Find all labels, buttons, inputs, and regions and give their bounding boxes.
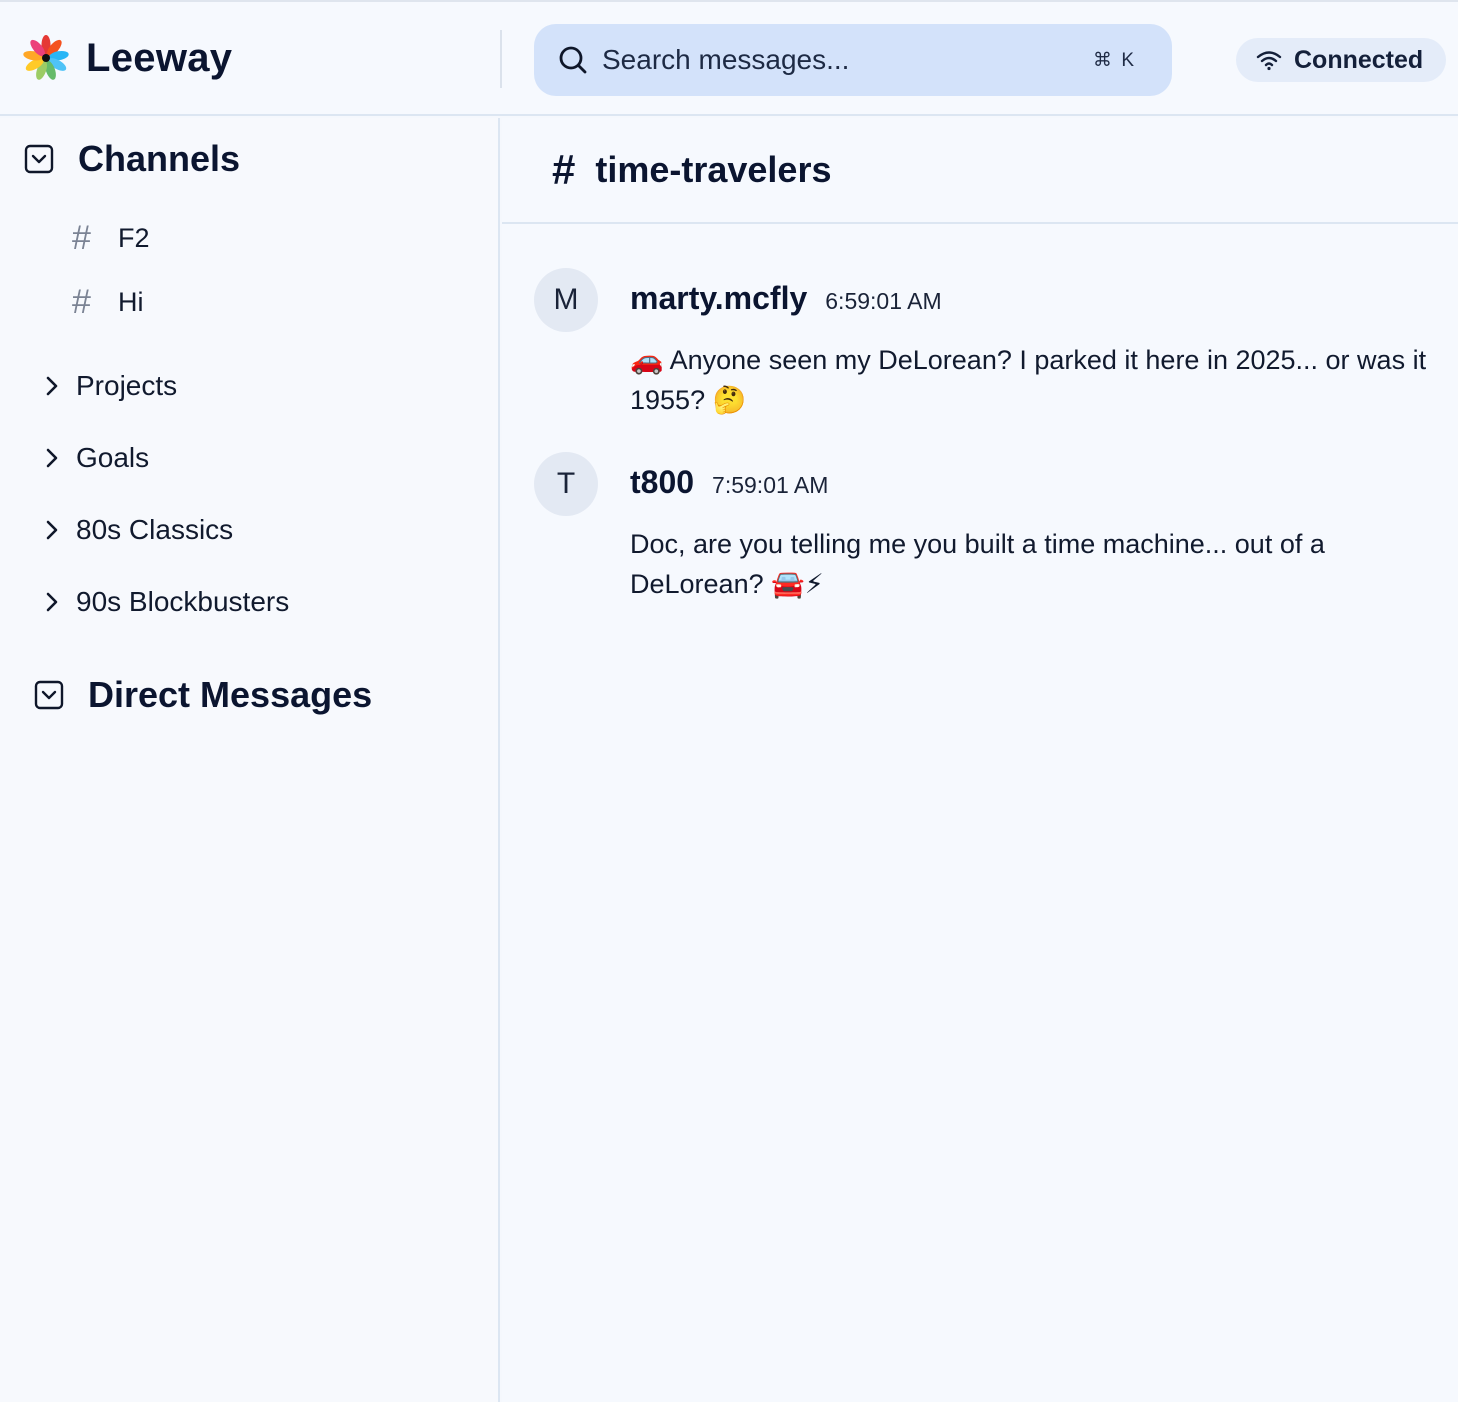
app-name: Leeway bbox=[86, 35, 233, 80]
flower-logo-icon bbox=[23, 35, 69, 80]
brand[interactable]: Leeway bbox=[20, 32, 232, 84]
hash-icon: # bbox=[72, 218, 91, 257]
channel-name: F2 bbox=[118, 222, 150, 253]
chevron-right-icon bbox=[46, 376, 58, 396]
message-timestamp: 6:59:01 AM bbox=[825, 288, 942, 314]
direct-messages-section-title: Direct Messages bbox=[88, 674, 373, 715]
hash-icon: # bbox=[72, 282, 91, 321]
sidebar-group-80s-classics[interactable]: 80s Classics bbox=[42, 508, 233, 552]
message-header: marty.mcfly 6:59:01 AM bbox=[630, 280, 942, 317]
connection-status-badge: Connected bbox=[1236, 38, 1446, 82]
channel-name: Hi bbox=[118, 286, 144, 317]
message-author[interactable]: marty.mcfly bbox=[630, 280, 807, 317]
hash-icon: # bbox=[552, 146, 576, 193]
sidebar-group-projects[interactable]: Projects bbox=[42, 364, 177, 408]
collapse-square-icon[interactable] bbox=[24, 144, 54, 174]
sidebar-group-90s-blockbusters[interactable]: 90s Blockbusters bbox=[42, 580, 289, 624]
message-text: 🚗 Anyone seen my DeLorean? I parked it h… bbox=[630, 345, 1427, 415]
chevron-right-icon bbox=[46, 448, 58, 468]
main-panel: # time-travelers M marty.mcfly 6:59:01 A… bbox=[502, 118, 1458, 1402]
message-header: t800 7:59:01 AM bbox=[630, 464, 828, 501]
connection-status-label: Connected bbox=[1294, 45, 1424, 74]
avatar[interactable]: M bbox=[534, 268, 598, 332]
search-input[interactable] bbox=[602, 44, 1094, 76]
sidebar-group-goals[interactable]: Goals bbox=[42, 436, 149, 480]
channel-title: time-travelers bbox=[595, 149, 832, 190]
group-name: 90s Blockbusters bbox=[76, 586, 290, 617]
direct-messages-section-header[interactable]: Direct Messages bbox=[34, 674, 372, 716]
channels-section-title: Channels bbox=[78, 138, 241, 179]
app-root: Leeway ⌘ K Connected bbox=[0, 0, 1458, 1402]
group-name: 80s Classics bbox=[76, 514, 234, 545]
message-author[interactable]: t800 bbox=[630, 464, 694, 501]
message-timestamp: 7:59:01 AM bbox=[712, 472, 829, 498]
header-divider bbox=[500, 30, 502, 88]
search-icon bbox=[559, 46, 587, 74]
wifi-icon bbox=[1256, 51, 1282, 71]
channels-section-header[interactable]: Channels bbox=[24, 138, 240, 180]
collapse-square-icon[interactable] bbox=[34, 680, 64, 710]
top-bar: Leeway ⌘ K Connected bbox=[0, 2, 1458, 116]
sidebar: Channels # F2 # Hi Projects Goals 80s Cl… bbox=[0, 118, 500, 1402]
search-shortcut-hint: ⌘ K bbox=[1093, 49, 1136, 71]
search-bar[interactable]: ⌘ K bbox=[534, 24, 1172, 96]
sidebar-channel-hi[interactable]: # Hi bbox=[72, 282, 144, 322]
group-name: Projects bbox=[76, 370, 178, 401]
chevron-right-icon bbox=[46, 520, 58, 540]
avatar[interactable]: T bbox=[534, 452, 598, 516]
group-name: Goals bbox=[76, 442, 150, 473]
message-item: T t800 7:59:01 AM Doc, are you telling m… bbox=[534, 452, 1454, 612]
message-item: M marty.mcfly 6:59:01 AM 🚗 Anyone seen m… bbox=[534, 268, 1454, 428]
channel-header: # time-travelers bbox=[502, 118, 1458, 224]
message-text: Doc, are you telling me you built a time… bbox=[630, 529, 1325, 599]
sidebar-channel-f2[interactable]: # F2 bbox=[72, 218, 150, 258]
chevron-right-icon bbox=[46, 592, 58, 612]
